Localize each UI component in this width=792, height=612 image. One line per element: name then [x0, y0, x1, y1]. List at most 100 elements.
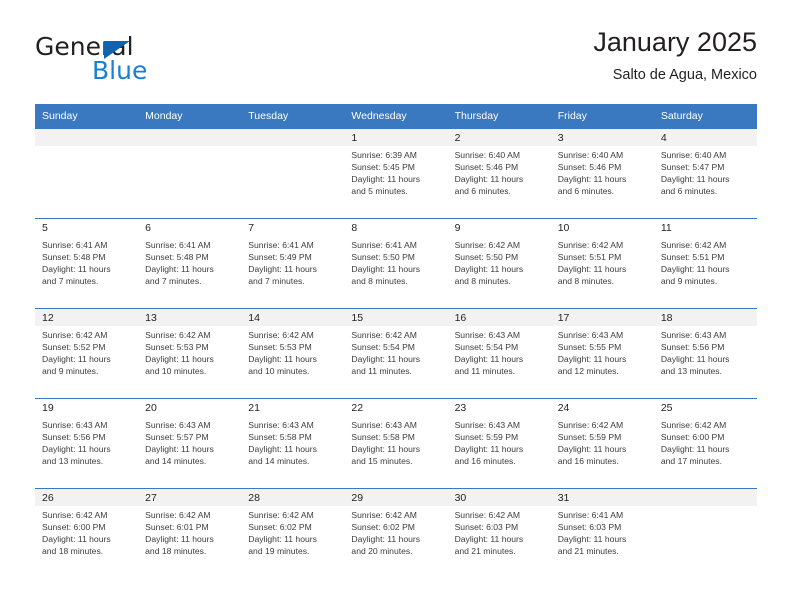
- day-details: Sunrise: 6:42 AM Sunset: 5:52 PM Daylight:…: [35, 326, 138, 377]
- daylight-text-line2: and 11 minutes.: [454, 366, 516, 377]
- sunset-text: Sunset: 6:01 PM: [145, 522, 209, 533]
- calendar-cell-empty: [138, 128, 242, 218]
- calendar-day-cell[interactable]: 20 Sunrise: 6:43 AM Sunset: 5:57 PM Dayligh…: [138, 398, 242, 488]
- calendar-day-cell[interactable]: 7 Sunrise: 6:41 AM Sunset: 5:49 PM Daylight…: [241, 218, 345, 308]
- calendar-cell-inner: 1 Sunrise: 6:39 AM Sunset: 5:45 PM Daylight…: [344, 128, 448, 218]
- calendar-day-cell[interactable]: 3 Sunrise: 6:40 AM Sunset: 5:46 PM Daylight…: [550, 128, 654, 218]
- general-blue-logo[interactable]: General Blue: [35, 32, 235, 88]
- calendar-day-cell[interactable]: 24 Sunrise: 6:42 AM Sunset: 5:59 PM Dayligh…: [550, 398, 654, 488]
- day-number: 6: [138, 219, 242, 236]
- calendar-cell-inner: [241, 128, 345, 218]
- day-number: 5: [35, 219, 139, 236]
- calendar-day-cell[interactable]: 4 Sunrise: 6:40 AM Sunset: 5:47 PM Daylight…: [653, 128, 757, 218]
- brand-name-blue: Blue: [92, 56, 148, 85]
- weekday-header-tuesday: Tuesday: [241, 104, 345, 128]
- day-details: Sunrise: 6:40 AM Sunset: 5:47 PM Daylight:…: [654, 146, 757, 197]
- calendar-day-cell[interactable]: 17 Sunrise: 6:43 AM Sunset: 5:55 PM Dayligh…: [550, 308, 654, 398]
- sunrise-text: Sunrise: 6:42 AM: [557, 240, 624, 250]
- calendar-day-cell[interactable]: 9 Sunrise: 6:42 AM Sunset: 5:50 PM Daylight…: [447, 218, 551, 308]
- day-details: Sunrise: 6:42 AM Sunset: 5:50 PM Daylight:…: [448, 236, 551, 287]
- sunrise-text: Sunrise: 6:42 AM: [42, 330, 108, 340]
- day-details: Sunrise: 6:39 AM Sunset: 5:45 PM Daylight:…: [344, 146, 447, 197]
- day-number: [35, 129, 139, 146]
- day-details: Sunrise: 6:42 AM Sunset: 6:00 PM Daylight:…: [654, 416, 757, 467]
- calendar-day-cell[interactable]: 31 Sunrise: 6:41 AM Sunset: 6:03 PM Dayligh…: [550, 488, 654, 578]
- calendar-cell-inner: 20 Sunrise: 6:43 AM Sunset: 5:57 PM Dayligh…: [138, 398, 242, 488]
- sunrise-text: Sunrise: 6:42 AM: [660, 420, 727, 430]
- weekday-header-monday: Monday: [138, 104, 242, 128]
- day-details: Sunrise: 6:42 AM Sunset: 6:01 PM Daylight:…: [138, 506, 241, 557]
- day-number: 7: [241, 219, 345, 236]
- day-number: 19: [35, 399, 139, 416]
- sunrise-text: Sunrise: 6:42 AM: [351, 330, 417, 340]
- day-number: 26: [35, 489, 139, 506]
- calendar-day-cell[interactable]: 16 Sunrise: 6:43 AM Sunset: 5:54 PM Dayligh…: [447, 308, 551, 398]
- day-number: 21: [241, 399, 345, 416]
- calendar-day-cell[interactable]: 12 Sunrise: 6:42 AM Sunset: 5:52 PM Dayligh…: [35, 308, 139, 398]
- daylight-text-line2: and 8 minutes.: [454, 276, 511, 287]
- day-details: Sunrise: 6:40 AM Sunset: 5:46 PM Daylight:…: [448, 146, 551, 197]
- daylight-text-line1: Daylight: 11 hours: [248, 444, 317, 455]
- calendar-day-cell[interactable]: 21 Sunrise: 6:43 AM Sunset: 5:58 PM Dayligh…: [241, 398, 345, 488]
- daylight-text-line2: and 7 minutes.: [42, 276, 99, 287]
- page-title: January 2025: [593, 27, 757, 57]
- daylight-text-line2: and 8 minutes.: [557, 276, 615, 287]
- calendar-day-cell[interactable]: 15 Sunrise: 6:42 AM Sunset: 5:54 PM Dayligh…: [344, 308, 448, 398]
- calendar-day-cell[interactable]: 19 Sunrise: 6:43 AM Sunset: 5:56 PM Dayligh…: [35, 398, 139, 488]
- calendar-day-cell[interactable]: 6 Sunrise: 6:41 AM Sunset: 5:48 PM Daylight…: [138, 218, 242, 308]
- day-details: Sunrise: 6:42 AM Sunset: 5:54 PM Daylight:…: [344, 326, 447, 377]
- day-details: Sunrise: 6:42 AM Sunset: 5:53 PM Daylight:…: [138, 326, 241, 377]
- daylight-text-line1: Daylight: 11 hours: [660, 174, 730, 185]
- sunset-text: Sunset: 5:45 PM: [351, 162, 415, 173]
- day-number: 25: [653, 399, 757, 416]
- weekday-header-saturday: Saturday: [653, 104, 757, 128]
- calendar-day-cell[interactable]: 13 Sunrise: 6:42 AM Sunset: 5:53 PM Dayligh…: [138, 308, 242, 398]
- sunset-text: Sunset: 5:56 PM: [42, 432, 106, 443]
- day-number: 8: [344, 219, 448, 236]
- day-details: Sunrise: 6:43 AM Sunset: 5:56 PM Daylight:…: [35, 416, 138, 467]
- daylight-text-line1: Daylight: 11 hours: [42, 264, 111, 275]
- calendar-day-cell[interactable]: 29 Sunrise: 6:42 AM Sunset: 6:02 PM Dayligh…: [344, 488, 448, 578]
- calendar-day-cell[interactable]: 2 Sunrise: 6:40 AM Sunset: 5:46 PM Daylight…: [447, 128, 551, 218]
- daylight-text-line1: Daylight: 11 hours: [557, 264, 627, 275]
- calendar-day-cell[interactable]: 26 Sunrise: 6:42 AM Sunset: 6:00 PM Dayligh…: [35, 488, 139, 578]
- calendar-day-cell[interactable]: 22 Sunrise: 6:43 AM Sunset: 5:58 PM Dayligh…: [344, 398, 448, 488]
- weekday-header-wednesday: Wednesday: [344, 104, 448, 128]
- sunset-text: Sunset: 5:51 PM: [557, 252, 622, 263]
- calendar-day-cell[interactable]: 23 Sunrise: 6:43 AM Sunset: 5:59 PM Dayligh…: [447, 398, 551, 488]
- calendar-cell-inner: 3 Sunrise: 6:40 AM Sunset: 5:46 PM Daylight…: [550, 128, 654, 218]
- daylight-text-line2: and 14 minutes.: [145, 456, 207, 467]
- calendar-cell-inner: 10 Sunrise: 6:42 AM Sunset: 5:51 PM Dayligh…: [550, 218, 654, 308]
- calendar-day-cell[interactable]: 18 Sunrise: 6:43 AM Sunset: 5:56 PM Dayligh…: [653, 308, 757, 398]
- sunrise-text: Sunrise: 6:43 AM: [557, 330, 624, 340]
- day-number: 12: [35, 309, 139, 326]
- calendar-cell-inner: 25 Sunrise: 6:42 AM Sunset: 6:00 PM Dayligh…: [653, 398, 757, 488]
- sunrise-text: Sunrise: 6:42 AM: [42, 510, 108, 520]
- calendar-day-cell[interactable]: 1 Sunrise: 6:39 AM Sunset: 5:45 PM Daylight…: [344, 128, 448, 218]
- calendar-day-cell[interactable]: 10 Sunrise: 6:42 AM Sunset: 5:51 PM Dayligh…: [550, 218, 654, 308]
- calendar-day-cell[interactable]: 27 Sunrise: 6:42 AM Sunset: 6:01 PM Dayligh…: [138, 488, 242, 578]
- calendar-day-cell[interactable]: 8 Sunrise: 6:41 AM Sunset: 5:50 PM Daylight…: [344, 218, 448, 308]
- day-number: [653, 489, 757, 506]
- calendar-cell-inner: 29 Sunrise: 6:42 AM Sunset: 6:02 PM Dayligh…: [344, 488, 448, 578]
- daylight-text-line1: Daylight: 11 hours: [557, 174, 627, 185]
- calendar-day-cell[interactable]: 28 Sunrise: 6:42 AM Sunset: 6:02 PM Dayligh…: [241, 488, 345, 578]
- calendar-cell-inner: 12 Sunrise: 6:42 AM Sunset: 5:52 PM Dayligh…: [35, 308, 139, 398]
- sunset-text: Sunset: 5:59 PM: [557, 432, 622, 443]
- calendar-day-cell[interactable]: 25 Sunrise: 6:42 AM Sunset: 6:00 PM Dayligh…: [653, 398, 757, 488]
- daylight-text-line1: Daylight: 11 hours: [42, 354, 111, 365]
- calendar-day-cell[interactable]: 11 Sunrise: 6:42 AM Sunset: 5:51 PM Dayligh…: [653, 218, 757, 308]
- daylight-text-line1: Daylight: 11 hours: [557, 534, 627, 545]
- calendar-day-cell[interactable]: 30 Sunrise: 6:42 AM Sunset: 6:03 PM Dayligh…: [447, 488, 551, 578]
- calendar-cell-inner: 24 Sunrise: 6:42 AM Sunset: 5:59 PM Dayligh…: [550, 398, 654, 488]
- daylight-text-line1: Daylight: 11 hours: [454, 354, 524, 365]
- calendar-day-cell[interactable]: 5 Sunrise: 6:41 AM Sunset: 5:48 PM Daylight…: [35, 218, 139, 308]
- daylight-text-line2: and 19 minutes.: [248, 546, 310, 557]
- day-number: 24: [550, 399, 654, 416]
- day-details: Sunrise: 6:42 AM Sunset: 5:59 PM Daylight:…: [551, 416, 654, 467]
- day-number: 13: [138, 309, 242, 326]
- daylight-text-line2: and 18 minutes.: [145, 546, 207, 557]
- day-details: Sunrise: 6:43 AM Sunset: 5:59 PM Daylight:…: [448, 416, 551, 467]
- daylight-text-line1: Daylight: 11 hours: [248, 534, 317, 545]
- calendar-day-cell[interactable]: 14 Sunrise: 6:42 AM Sunset: 5:53 PM Dayligh…: [241, 308, 345, 398]
